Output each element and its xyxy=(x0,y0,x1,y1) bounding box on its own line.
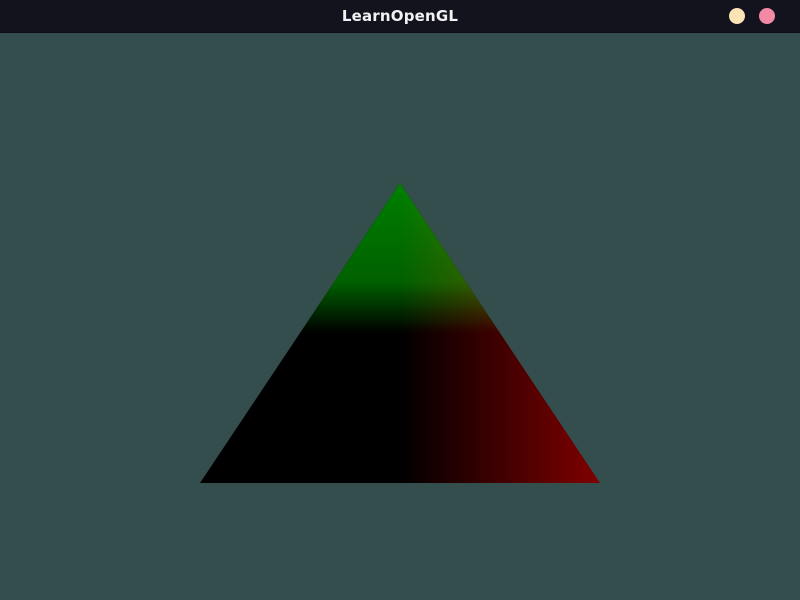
minimize-button[interactable] xyxy=(729,8,745,24)
opengl-viewport xyxy=(0,33,800,600)
app-window: LearnOpenGL xyxy=(0,0,800,600)
close-button[interactable] xyxy=(759,8,775,24)
title-bar[interactable]: LearnOpenGL xyxy=(0,0,800,33)
render-canvas xyxy=(0,33,800,600)
window-title: LearnOpenGL xyxy=(341,7,459,25)
